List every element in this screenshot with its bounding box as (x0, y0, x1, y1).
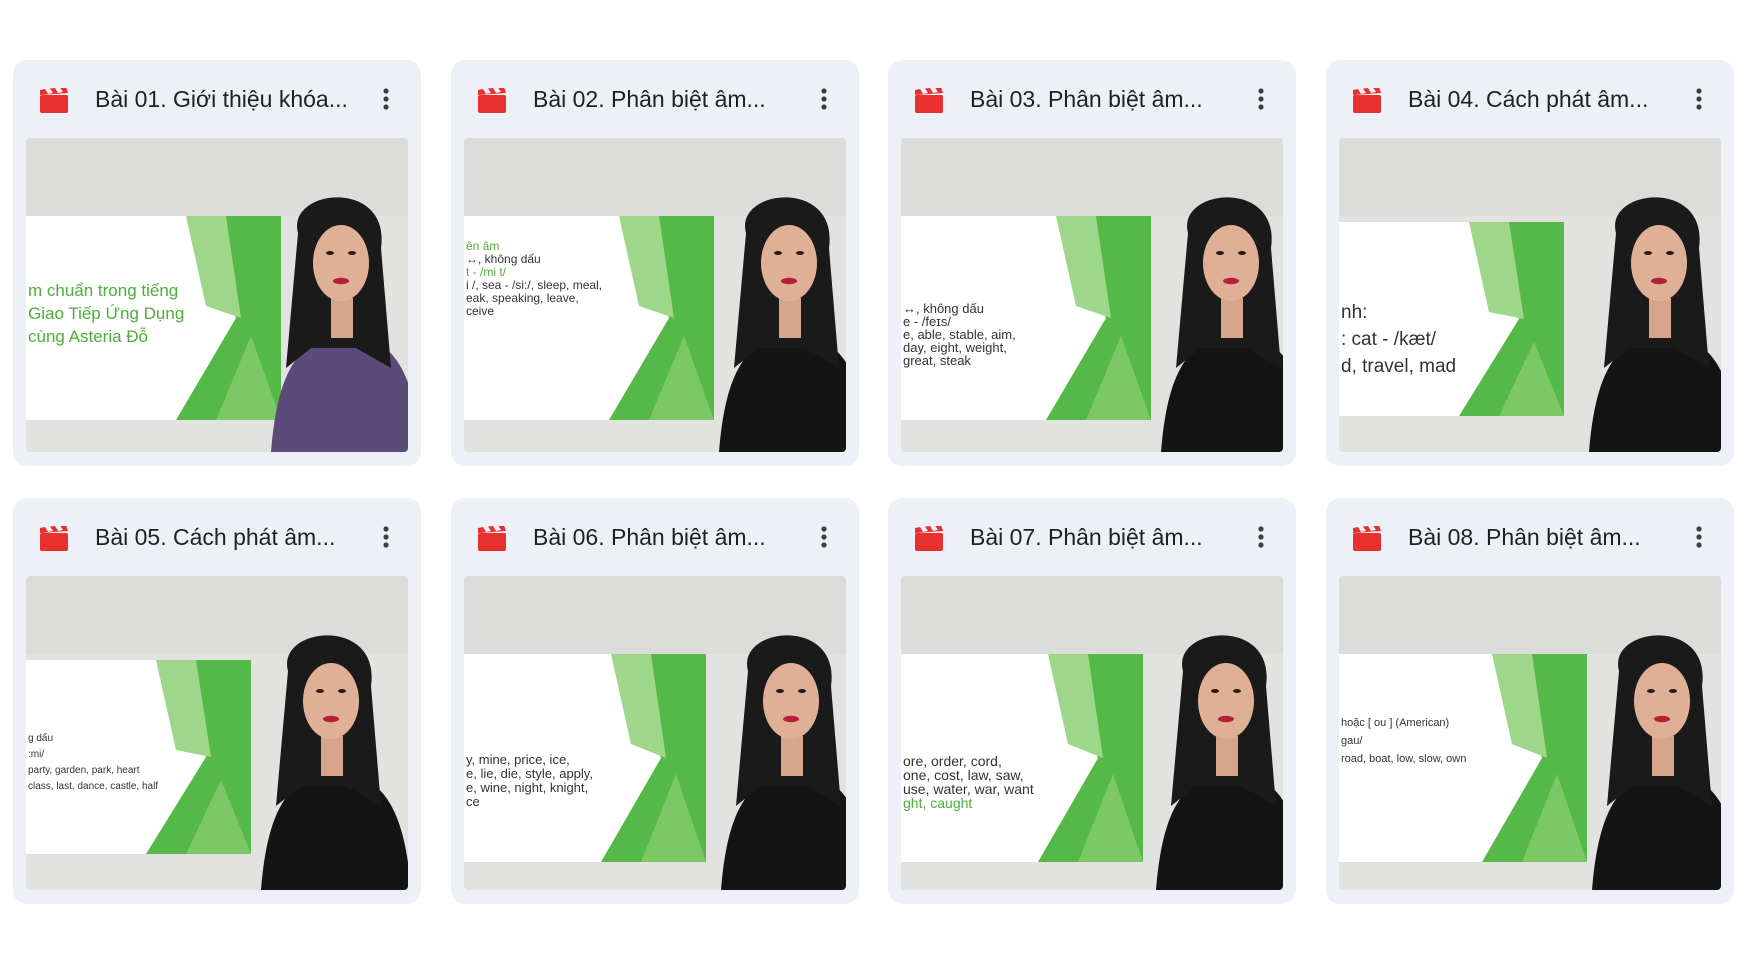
slide-text-line: i /, sea - /si:/, sleep, meal, (466, 278, 602, 292)
video-file-icon (39, 87, 69, 114)
video-thumbnail[interactable]: ên âm ↔, không dấu t - /mi t/i /, sea - /s… (464, 138, 846, 452)
video-file-icon (914, 87, 944, 114)
slide-text-line: eak, speaking, leave, (466, 291, 579, 305)
slide-text-line: ceive (466, 304, 494, 318)
more-vert-icon (1258, 526, 1264, 548)
slide-text-line: party, garden, park, heart (28, 765, 140, 776)
file-title[interactable]: Bài 02. Phân biệt âm... (533, 84, 799, 114)
file-title[interactable]: Bài 04. Cách phát âm... (1408, 84, 1674, 114)
video-file-icon (914, 525, 944, 552)
video-file-icon (477, 525, 507, 552)
more-options-button[interactable] (1244, 82, 1278, 116)
more-options-button[interactable] (1682, 520, 1716, 554)
slide-text-line: ên âm (466, 239, 499, 253)
more-options-button[interactable] (369, 82, 403, 116)
file-card[interactable]: Bài 07. Phân biệt âm... ore, order, cord,… (888, 498, 1296, 904)
more-vert-icon (383, 526, 389, 548)
slide-text-line: e, lie, die, style, apply, (466, 766, 593, 781)
more-options-button[interactable] (807, 520, 841, 554)
card-header[interactable]: Bài 08. Phân biệt âm... (1326, 498, 1734, 576)
more-vert-icon (821, 88, 827, 110)
thumbnail-image: ên âm↔, không dấut - /mi t/i /, sea - /s… (464, 138, 846, 452)
slide-text-line: cùng Asteria Đỗ (28, 327, 148, 346)
thumbnail-image: g dấu :mi/party, garden, park, heart class… (26, 576, 408, 890)
file-title[interactable]: Bài 06. Phân biệt âm... (533, 522, 799, 552)
file-card[interactable]: Bài 01. Giới thiệu khóa... m chuẩn trong … (13, 60, 421, 466)
slide-text-line: y, mine, price, ice, (466, 752, 570, 767)
more-vert-icon (821, 526, 827, 548)
slide-text-line: class, last, dance, castle, half (28, 781, 158, 792)
video-thumbnail[interactable]: hoặc [ ou ] (American) gau/road, boat, lo… (1339, 576, 1721, 890)
file-title[interactable]: Bài 05. Cách phát âm... (95, 522, 361, 552)
more-options-button[interactable] (369, 520, 403, 554)
slide-text-line: :mi/ (28, 749, 44, 760)
thumbnail-image: y, mine, price, ice,e, lie, die, style, … (464, 576, 846, 890)
card-header[interactable]: Bài 03. Phân biệt âm... (888, 60, 1296, 138)
more-vert-icon (1696, 526, 1702, 548)
card-header[interactable]: Bài 04. Cách phát âm... (1326, 60, 1734, 138)
slide-text-line: ght, caught (903, 795, 972, 811)
file-title[interactable]: Bài 07. Phân biệt âm... (970, 522, 1236, 552)
slide-text-line: e, wine, night, knight, (466, 780, 588, 795)
slide-text-line: ce (466, 794, 480, 809)
slide-text-line: ↔, không dấu (466, 252, 541, 266)
file-title[interactable]: Bài 03. Phân biệt âm... (970, 84, 1236, 114)
file-title[interactable]: Bài 08. Phân biệt âm... (1408, 522, 1674, 552)
thumbnail-image: ore, order, cord,one, cost, law, saw,use… (901, 576, 1283, 890)
file-card[interactable]: Bài 05. Cách phát âm... g dấu :mi/party, g… (13, 498, 421, 904)
thumbnail-image: ↔, không dấue - /feɪs/e, able, stable, a… (901, 138, 1283, 452)
more-options-button[interactable] (807, 82, 841, 116)
card-header[interactable]: Bài 01. Giới thiệu khóa... (13, 60, 421, 138)
card-header[interactable]: Bài 06. Phân biệt âm... (451, 498, 859, 576)
slide-text-line: d, travel, mad (1341, 356, 1456, 377)
more-options-button[interactable] (1244, 520, 1278, 554)
slide-text-line: gau/ (1341, 735, 1363, 747)
more-options-button[interactable] (1682, 82, 1716, 116)
slide-text-line: m chuẩn trong tiếng (28, 281, 178, 300)
slide-text-line: Giao Tiếp Ứng Dụng (28, 304, 184, 323)
file-card[interactable]: Bài 08. Phân biệt âm... hoặc [ ou ] (Amer… (1326, 498, 1734, 904)
card-header[interactable]: Bài 07. Phân biệt âm... (888, 498, 1296, 576)
slide-text-line: g dấu (28, 732, 53, 744)
more-vert-icon (1258, 88, 1264, 110)
slide-text-line: : cat - /kæt/ (1341, 329, 1437, 350)
video-thumbnail[interactable]: nh:: cat - /kæt/d, travel, mad (1339, 138, 1721, 452)
slide-text-line: great, steak (903, 353, 971, 368)
card-header[interactable]: Bài 05. Cách phát âm... (13, 498, 421, 576)
video-thumbnail[interactable]: y, mine, price, ice, e, lie, die, style, … (464, 576, 846, 890)
thumbnail-image: m chuẩn trong tiếng Giao Tiếp Ứng Dụng cùn… (26, 138, 408, 452)
file-card[interactable]: Bài 06. Phân biệt âm... y, mine, price, i… (451, 498, 859, 904)
file-grid: Bài 01. Giới thiệu khóa... m chuẩn trong … (0, 0, 1750, 963)
video-thumbnail[interactable]: ore, order, cord, one, cost, law, saw, use… (901, 576, 1283, 890)
slide-text-line: road, boat, low, slow, own (1341, 753, 1466, 765)
slide-text-line: nh: (1341, 302, 1367, 323)
more-vert-icon (1696, 88, 1702, 110)
video-file-icon (1352, 525, 1382, 552)
slide-text-line: t - /mi t/ (466, 265, 507, 279)
card-header[interactable]: Bài 02. Phân biệt âm... (451, 60, 859, 138)
video-thumbnail[interactable]: ↔, không dấu e - /feɪs/e, able, stable, a… (901, 138, 1283, 452)
video-file-icon (477, 87, 507, 114)
more-vert-icon (383, 88, 389, 110)
video-file-icon (1352, 87, 1382, 114)
video-thumbnail[interactable]: m chuẩn trong tiếng Giao Tiếp Ứng Dụng cùn… (26, 138, 408, 452)
slide-text-line: hoặc [ ou ] (American) (1341, 717, 1449, 729)
thumbnail-image: hoặc [ ou ] (American) gau/road, boat, lo… (1339, 576, 1721, 890)
file-card[interactable]: Bài 03. Phân biệt âm... ↔, không dấu e - /… (888, 60, 1296, 466)
file-title[interactable]: Bài 01. Giới thiệu khóa... (95, 84, 361, 114)
file-card[interactable]: Bài 04. Cách phát âm...nh:: cat - /kæt/d… (1326, 60, 1734, 466)
video-thumbnail[interactable]: g dấu :mi/party, garden, park, heart class… (26, 576, 408, 890)
file-card[interactable]: Bài 02. Phân biệt âm... ên âm ↔, không dấu… (451, 60, 859, 466)
thumbnail-image: nh:: cat - /kæt/d, travel, mad (1339, 138, 1721, 452)
video-file-icon (39, 525, 69, 552)
